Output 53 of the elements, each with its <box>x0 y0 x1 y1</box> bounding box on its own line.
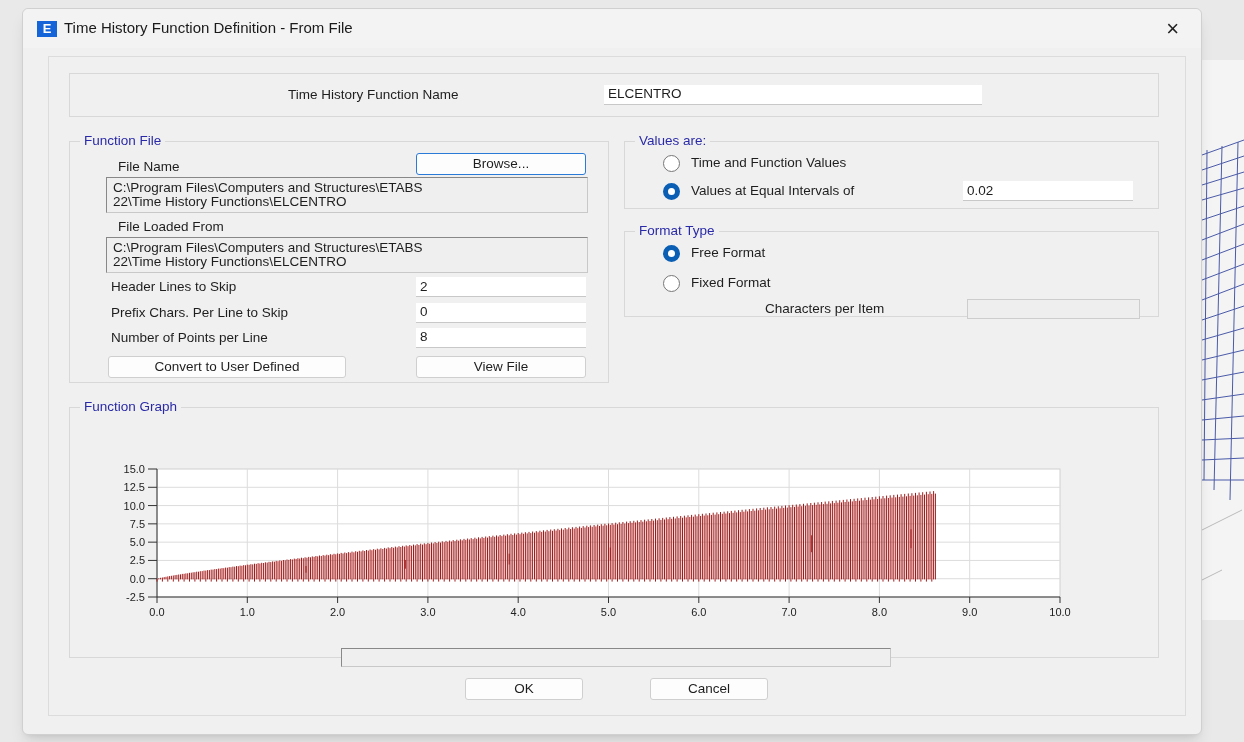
field-label: File Name <box>118 159 180 176</box>
radio-button[interactable] <box>663 182 680 200</box>
input-field[interactable]: 2 <box>416 277 586 298</box>
field-label: File Loaded From <box>118 219 225 236</box>
tick-label: 7.5 <box>129 518 145 531</box>
window-title: Time History Function Definition - From File <box>64 18 353 39</box>
input-field[interactable]: 0 <box>416 302 586 323</box>
tick-label: 5.0 <box>600 606 617 619</box>
view-file-button[interactable]: View File <box>416 356 586 378</box>
field-label: Number of Points per Line <box>111 328 269 347</box>
field-label: Time History Function Name <box>288 85 460 104</box>
group-title: Values are: <box>638 132 708 150</box>
radio-label: Time and Function Values <box>691 154 848 173</box>
field-label: Header Lines to Skip <box>111 278 238 297</box>
tick-label: 2.5 <box>129 554 145 567</box>
radio-label: Free Format <box>691 244 767 263</box>
group-title: Function File <box>83 132 163 150</box>
tick-label: 4.0 <box>510 606 526 619</box>
tick-label: 12.5 <box>123 481 145 494</box>
tick-label: 9.0 <box>962 606 978 619</box>
tick-label: -2.5 <box>126 591 145 604</box>
convert-button[interactable]: Convert to User Defined <box>108 356 346 378</box>
browse-button[interactable]: Browse... <box>416 153 586 176</box>
function-name-field[interactable]: ELCENTRO <box>604 85 982 105</box>
cancel-button[interactable]: Cancel <box>650 678 768 700</box>
tick-label: 8.0 <box>871 606 888 619</box>
tick-label: 7.0 <box>781 606 797 619</box>
tick-label: 5.0 <box>129 536 145 549</box>
file-path-box: C:\Program Files\Computers and Structures\ETABS 22\Time History Functions\ELCENTRO <box>106 177 588 214</box>
radio-button[interactable] <box>663 244 680 262</box>
radio-button[interactable] <box>663 154 680 172</box>
tick-label: 2.0 <box>329 606 346 619</box>
tick-label: 6.0 <box>691 606 707 619</box>
field-label: Prefix Chars. Per Line to Skip <box>111 303 290 322</box>
tick-label: 1.0 <box>239 606 255 619</box>
ok-button[interactable]: OK <box>465 678 583 700</box>
input-field[interactable]: 8 <box>416 327 586 348</box>
field-label: Characters per Item <box>765 300 886 319</box>
tick-label: 3.0 <box>420 606 436 619</box>
tick-label: 0.0 <box>149 606 165 619</box>
tick-label: 10.0 <box>1049 606 1071 619</box>
file-path-box: C:\Program Files\Computers and Structures\ETABS 22\Time History Functions\ELCENTRO <box>106 237 588 274</box>
group-title: Format Type <box>638 222 716 240</box>
tick-label: 0.0 <box>129 572 145 585</box>
close-button[interactable]: × <box>1162 17 1183 40</box>
tick-label: 10.0 <box>123 499 145 512</box>
group-title: Function Graph <box>83 398 179 416</box>
tick-label: 15.0 <box>123 463 145 476</box>
radio-button[interactable] <box>663 274 680 292</box>
radio-label: Fixed Format <box>691 274 772 293</box>
app-icon: E <box>37 20 57 37</box>
radio-label: Values at Equal Intervals of <box>691 182 856 201</box>
interval-field[interactable]: 0.02 <box>963 181 1133 202</box>
